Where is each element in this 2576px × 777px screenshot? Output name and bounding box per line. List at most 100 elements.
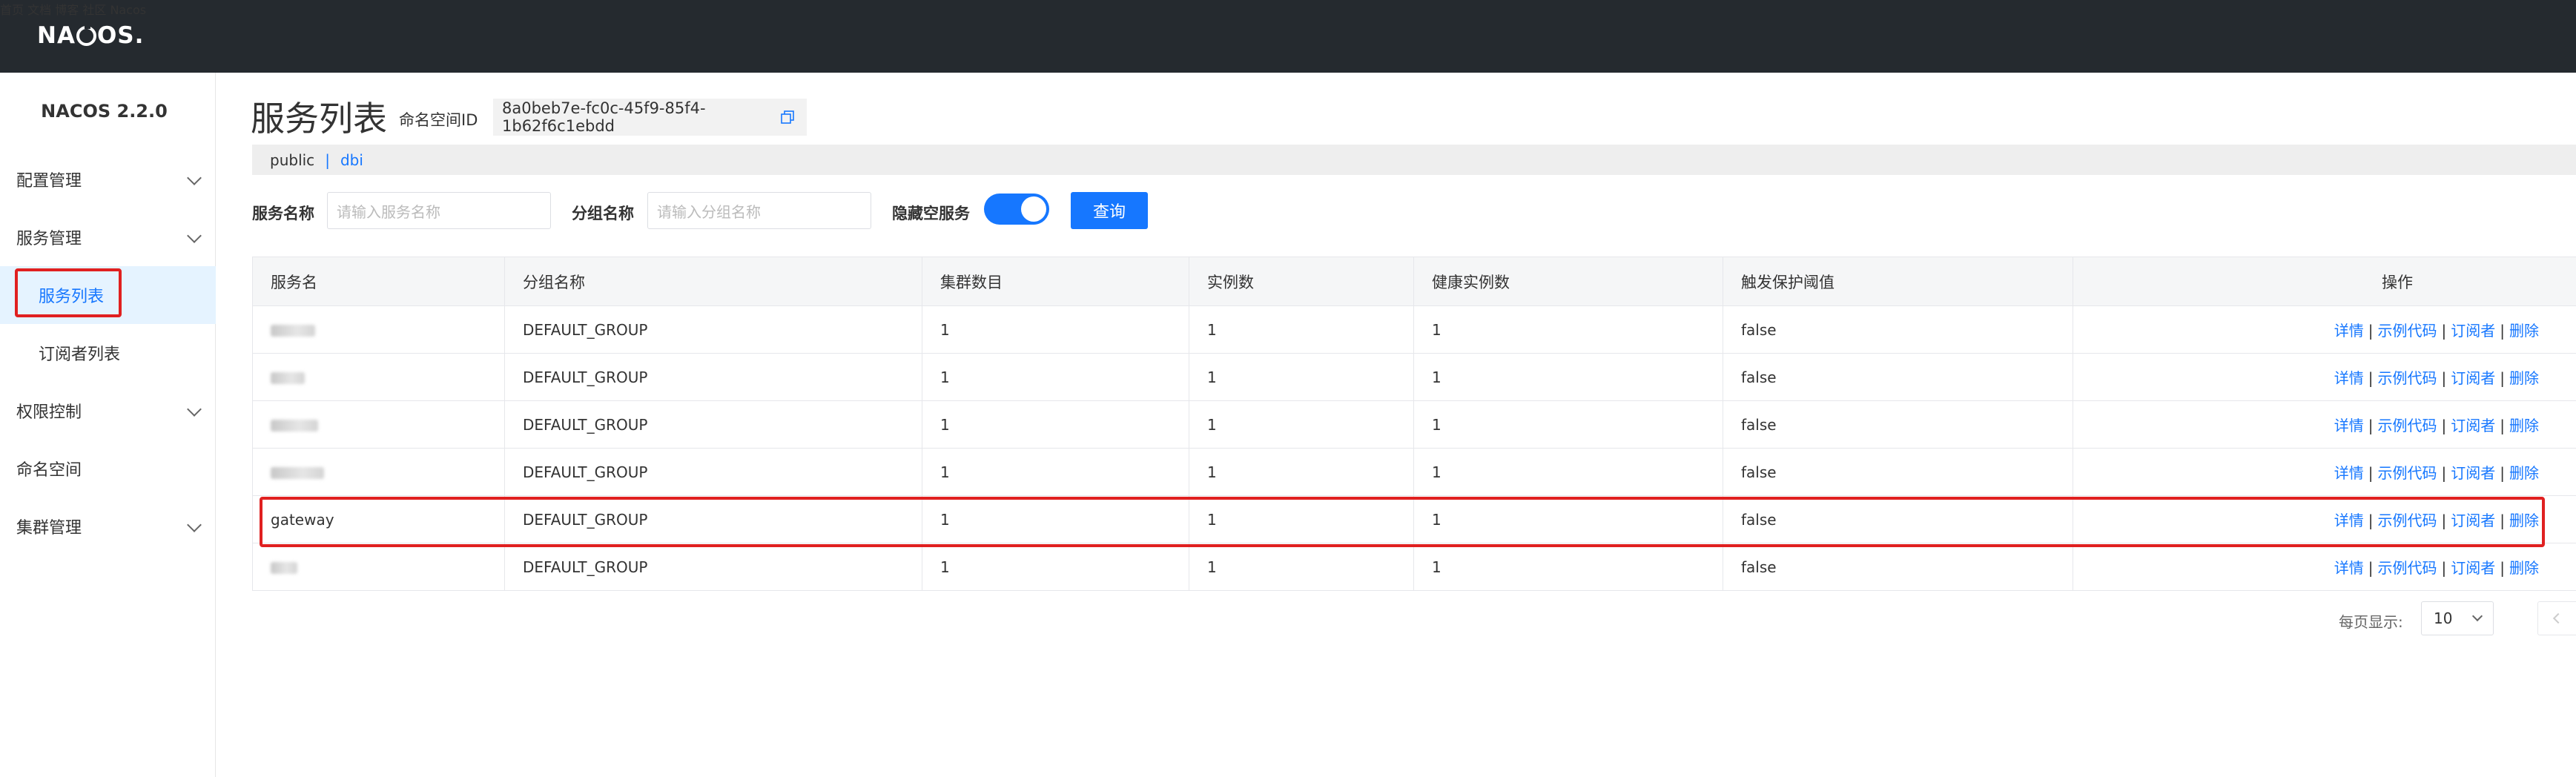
nav-home[interactable]: 首页 (0, 3, 24, 17)
group-name-input[interactable]: 请输入分组名称 (647, 192, 871, 229)
action-separator: | (2500, 559, 2505, 577)
cell-instances: 1 (1189, 353, 1414, 401)
sidebar: NACOS 2.2.0 配置管理 服务管理 服务列表 订阅者列表 权限控制 命名… (0, 73, 216, 777)
cell-threshold: false (1723, 305, 2073, 354)
subscribers-link[interactable]: 订阅者 (2451, 464, 2495, 482)
highlight-box-sidebar (15, 268, 122, 317)
col-healthy-count: 健康实例数 (1413, 257, 1723, 306)
action-separator: | (2500, 369, 2505, 387)
sidebar-item-label: 订阅者列表 (39, 345, 121, 364)
sample-code-link[interactable]: 示例代码 (2378, 417, 2437, 434)
chevron-down-icon (187, 402, 202, 417)
cell-actions: 详情 | 示例代码 | 订阅者 | 删除 (2073, 448, 2576, 496)
col-instance-count: 实例数 (1189, 257, 1414, 306)
cell-clusters: 1 (922, 353, 1189, 401)
cell-group: DEFAULT_GROUP (504, 543, 922, 591)
table-row: DEFAULT_GROUP 1 1 1 false 详情 | 示例代码 | 订阅者 | 删除 (252, 448, 2576, 496)
cell-actions: 详情 | 示例代码 | 订阅者 | 删除 (2073, 400, 2576, 449)
cell-group: DEFAULT_GROUP (504, 305, 922, 354)
sample-code-link[interactable]: 示例代码 (2378, 464, 2437, 482)
delete-link[interactable]: 删除 (2509, 464, 2539, 482)
sample-code-link[interactable]: 示例代码 (2378, 559, 2437, 577)
page-title: 服务列表 (251, 99, 387, 139)
action-separator: | (2441, 417, 2447, 434)
per-page-label: 每页显示: (2339, 613, 2403, 631)
table-header-row: 服务名 分组名称 集群数目 实例数 健康实例数 触发保护阈值 操作 (252, 257, 2576, 306)
logo-text-end: OS. (96, 22, 145, 49)
cell-actions: 详情 | 示例代码 | 订阅者 | 删除 (2073, 305, 2576, 354)
chevron-down-icon (187, 228, 202, 243)
detail-link[interactable]: 详情 (2334, 322, 2364, 340)
namespace-id-label: 命名空间ID (399, 111, 478, 129)
sidebar-item-label: 权限控制 (16, 403, 82, 422)
sidebar-item-subscribers[interactable]: 订阅者列表 (0, 324, 216, 382)
cell-service-name (252, 353, 505, 401)
blurred-name (271, 467, 324, 479)
subscribers-link[interactable]: 订阅者 (2451, 559, 2495, 577)
cell-healthy: 1 (1413, 400, 1723, 449)
delete-link[interactable]: 删除 (2509, 559, 2539, 577)
toggle-knob (1021, 196, 1046, 222)
delete-link[interactable]: 删除 (2509, 417, 2539, 434)
nacos-logo[interactable]: NA OS. (37, 21, 144, 50)
service-name-label: 服务名称 (252, 205, 314, 222)
sidebar-item-label: 集群管理 (16, 519, 82, 538)
cell-healthy: 1 (1413, 305, 1723, 354)
col-group-name: 分组名称 (504, 257, 922, 306)
detail-link[interactable]: 详情 (2334, 417, 2364, 434)
table-row: DEFAULT_GROUP 1 1 1 false 详情 | 示例代码 | 订阅者 | 删除 (252, 305, 2576, 354)
sidebar-item-auth[interactable]: 权限控制 (0, 382, 216, 440)
action-separator: | (2441, 369, 2447, 387)
blurred-name (271, 372, 305, 384)
sidebar-item-cluster[interactable]: 集群管理 (0, 497, 216, 555)
detail-link[interactable]: 详情 (2334, 369, 2364, 387)
delete-link[interactable]: 删除 (2509, 369, 2539, 387)
nav-blog[interactable]: 博客 (55, 3, 79, 17)
nav-docs[interactable]: 文档 (27, 3, 51, 17)
copy-icon[interactable] (781, 110, 794, 124)
sample-code-link[interactable]: 示例代码 (2378, 322, 2437, 340)
sidebar-item-config[interactable]: 配置管理 (0, 151, 216, 208)
sample-code-link[interactable]: 示例代码 (2378, 369, 2437, 387)
action-separator: | (2368, 369, 2374, 387)
subscribers-link[interactable]: 订阅者 (2451, 322, 2495, 340)
namespace-dbi[interactable]: dbi (340, 151, 363, 169)
cell-clusters: 1 (922, 448, 1189, 496)
sidebar-title: NACOS 2.2.0 (41, 101, 168, 122)
detail-link[interactable]: 详情 (2334, 464, 2364, 482)
cell-healthy: 1 (1413, 353, 1723, 401)
subscribers-link[interactable]: 订阅者 (2451, 417, 2495, 434)
action-separator: | (2500, 322, 2505, 340)
hide-empty-toggle[interactable] (984, 194, 1049, 225)
namespace-id-value: 8a0beb7e-fc0c-45f9-85f4-1b62f6c1ebdd (493, 99, 807, 136)
action-separator: | (2441, 322, 2447, 340)
action-separator: | (2368, 417, 2374, 434)
action-separator: | (2368, 559, 2374, 577)
cell-clusters: 1 (922, 305, 1189, 354)
namespace-public[interactable]: public (270, 151, 314, 169)
cell-service-name (252, 400, 505, 449)
prev-page-button[interactable] (2537, 601, 2576, 635)
table-row: DEFAULT_GROUP 1 1 1 false 详情 | 示例代码 | 订阅者 | 删除 (252, 543, 2576, 591)
cell-clusters: 1 (922, 400, 1189, 449)
sidebar-item-service-mgmt[interactable]: 服务管理 (0, 208, 216, 266)
cell-threshold: false (1723, 543, 2073, 591)
cell-healthy: 1 (1413, 543, 1723, 591)
delete-link[interactable]: 删除 (2509, 322, 2539, 340)
chevron-down-icon (187, 518, 202, 532)
nav-nacos[interactable]: Nacos (110, 3, 146, 17)
query-button[interactable]: 查询 (1071, 192, 1148, 229)
cell-service-name (252, 448, 505, 496)
cell-group: DEFAULT_GROUP (504, 448, 922, 496)
logo-text-start: NA (37, 22, 76, 49)
subscribers-link[interactable]: 订阅者 (2451, 369, 2495, 387)
nav-community[interactable]: 社区 (82, 3, 106, 17)
sidebar-item-label: 服务管理 (16, 230, 82, 248)
col-protect-threshold: 触发保护阈值 (1723, 257, 2073, 306)
sidebar-item-namespace[interactable]: 命名空间 (0, 440, 216, 497)
per-page-select[interactable]: 10 (2421, 601, 2494, 635)
hide-empty-label: 隐藏空服务 (892, 205, 970, 222)
logo-c-ring (76, 24, 96, 46)
service-name-input[interactable]: 请输入服务名称 (327, 192, 551, 229)
detail-link[interactable]: 详情 (2334, 559, 2364, 577)
